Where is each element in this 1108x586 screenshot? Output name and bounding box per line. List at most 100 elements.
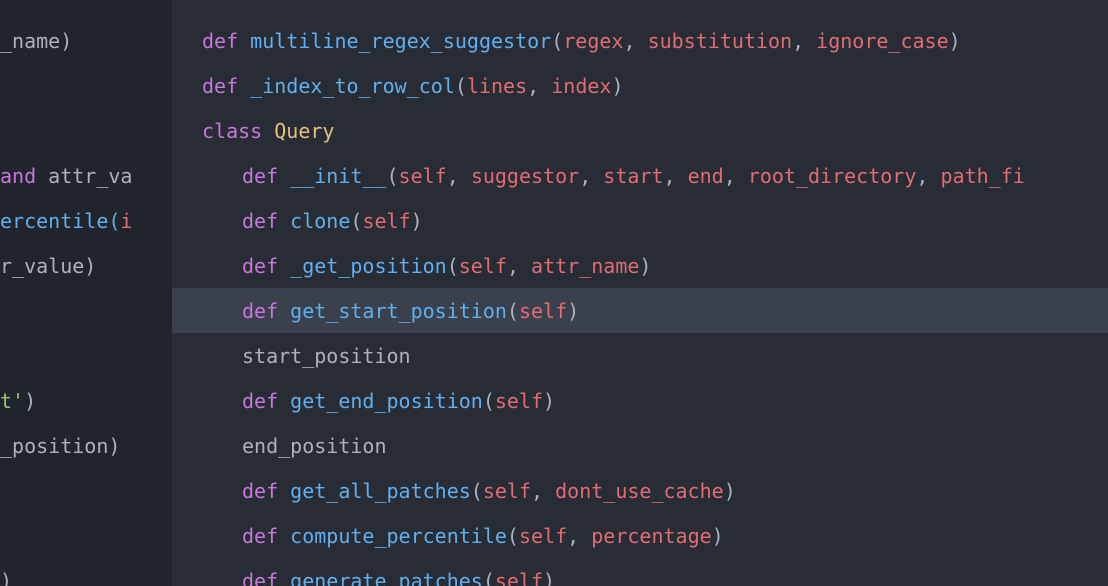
left-code-pane[interactable]: _name) and attr_va ercentile(i r_value) … xyxy=(0,0,172,586)
param: percentage xyxy=(591,521,711,551)
function-name: __init__ xyxy=(290,161,386,191)
outline-item-compute-percentile[interactable]: def compute_percentile(self, percentage) xyxy=(172,513,1108,558)
left-line: r_value) xyxy=(0,243,172,288)
left-line: _position) xyxy=(0,423,172,468)
param-self: self xyxy=(459,251,507,281)
function-call: ercentile( xyxy=(0,206,120,236)
keyword-def: def xyxy=(242,566,278,586)
keyword-def: def xyxy=(242,476,278,506)
outline-item-init[interactable]: def __init__(self, suggestor, start, end… xyxy=(172,153,1108,198)
comma: , xyxy=(792,26,816,56)
outline-item-end-position-prop[interactable]: end_position xyxy=(172,423,1108,468)
left-line-blank xyxy=(0,333,172,378)
paren-close: ) xyxy=(543,566,555,586)
outline-item-start-position-prop[interactable]: start_position xyxy=(172,333,1108,378)
paren-open: ( xyxy=(447,251,459,281)
outline-item-clone[interactable]: def clone(self) xyxy=(172,198,1108,243)
param-self: self xyxy=(495,566,543,586)
left-line: _name) xyxy=(0,18,172,63)
function-name: get_end_position xyxy=(290,386,483,416)
string-literal: t' xyxy=(0,386,24,416)
function-name: get_all_patches xyxy=(290,476,471,506)
outline-item-get-end-position[interactable]: def get_end_position(self) xyxy=(172,378,1108,423)
paren-open: ( xyxy=(507,296,519,326)
keyword-class: class xyxy=(202,116,262,146)
keyword-def: def xyxy=(242,296,278,326)
outline-pane[interactable]: def multiline_regex_suggestor ( regex, sub… xyxy=(172,0,1108,586)
comma: , xyxy=(531,476,555,506)
param: substitution xyxy=(648,26,793,56)
comma: , xyxy=(579,161,603,191)
class-name: Query xyxy=(274,116,334,146)
param: end xyxy=(688,161,724,191)
left-line-blank xyxy=(0,63,172,108)
param: regex xyxy=(563,26,623,56)
comma: , xyxy=(664,161,688,191)
left-line: and attr_va xyxy=(0,153,172,198)
paren-open: ( xyxy=(350,206,362,236)
keyword-def: def xyxy=(242,521,278,551)
left-line-blank xyxy=(0,108,172,153)
code-text: _name) xyxy=(0,26,72,56)
keyword-def: def xyxy=(242,206,278,236)
param-self: self xyxy=(483,476,531,506)
comma: , xyxy=(916,161,940,191)
param: lines xyxy=(467,71,527,101)
property-name: start_position xyxy=(242,341,411,371)
param: suggestor xyxy=(471,161,579,191)
param-self: self xyxy=(495,386,543,416)
param: index xyxy=(551,71,611,101)
code-text: attr_va xyxy=(36,161,132,191)
function-name: _index_to_row_col xyxy=(250,71,455,101)
outline-item-index-to-row-col[interactable]: def _index_to_row_col(lines, index) xyxy=(172,63,1108,108)
editor-container: _name) and attr_va ercentile(i r_value) … xyxy=(0,0,1108,586)
paren-close: ) xyxy=(411,206,423,236)
param-self: self xyxy=(519,521,567,551)
comma: , xyxy=(567,521,591,551)
comma: , xyxy=(507,251,531,281)
param: ignore_case xyxy=(816,26,948,56)
param-self: self xyxy=(399,161,447,191)
outline-item-get-position[interactable]: def _get_position(self, attr_name) xyxy=(172,243,1108,288)
outline-item-get-start-position[interactable]: def get_start_position(self) xyxy=(172,288,1108,333)
left-line-blank xyxy=(0,288,172,333)
code-text: _position) xyxy=(0,431,120,461)
keyword-and: and xyxy=(0,161,36,191)
left-line-blank xyxy=(0,513,172,558)
paren-open: ( xyxy=(483,386,495,416)
keyword-def: def xyxy=(202,71,238,101)
paren-close: ) xyxy=(724,476,736,506)
paren-close: ) xyxy=(611,71,623,101)
paren-close: ) xyxy=(567,296,579,326)
function-name: get_start_position xyxy=(290,296,507,326)
comma: , xyxy=(724,161,748,191)
paren-open: ( xyxy=(471,476,483,506)
outline-item-generate-patches[interactable]: def generate_patches(self) xyxy=(172,558,1108,586)
function-name: generate_patches xyxy=(290,566,483,586)
paren-close: ) xyxy=(639,251,651,281)
param: i xyxy=(120,206,132,236)
comma: , xyxy=(447,161,471,191)
param: start xyxy=(603,161,663,191)
comma: , xyxy=(623,26,647,56)
keyword-def: def xyxy=(242,386,278,416)
code-text: ) xyxy=(0,566,12,586)
left-line: ercentile(i xyxy=(0,198,172,243)
comma: , xyxy=(527,71,551,101)
paren-close: ) xyxy=(543,386,555,416)
function-name: compute_percentile xyxy=(290,521,507,551)
paren-open: ( xyxy=(483,566,495,586)
function-name: multiline_regex_suggestor xyxy=(250,26,551,56)
param: root_directory xyxy=(748,161,917,191)
param-self: self xyxy=(519,296,567,326)
param: path_fi xyxy=(940,161,1024,191)
outline-item-multiline-regex-suggestor[interactable]: def multiline_regex_suggestor(regex, sub… xyxy=(172,18,1108,63)
property-name: end_position xyxy=(242,431,387,461)
outline-item-class-query[interactable]: class Query xyxy=(172,108,1108,153)
left-line: t') xyxy=(0,378,172,423)
param: attr_name xyxy=(531,251,639,281)
left-line-blank xyxy=(0,468,172,513)
outline-item-get-all-patches[interactable]: def get_all_patches(self, dont_use_cache… xyxy=(172,468,1108,513)
code-text: ) xyxy=(24,386,36,416)
paren-close: ) xyxy=(949,26,961,56)
